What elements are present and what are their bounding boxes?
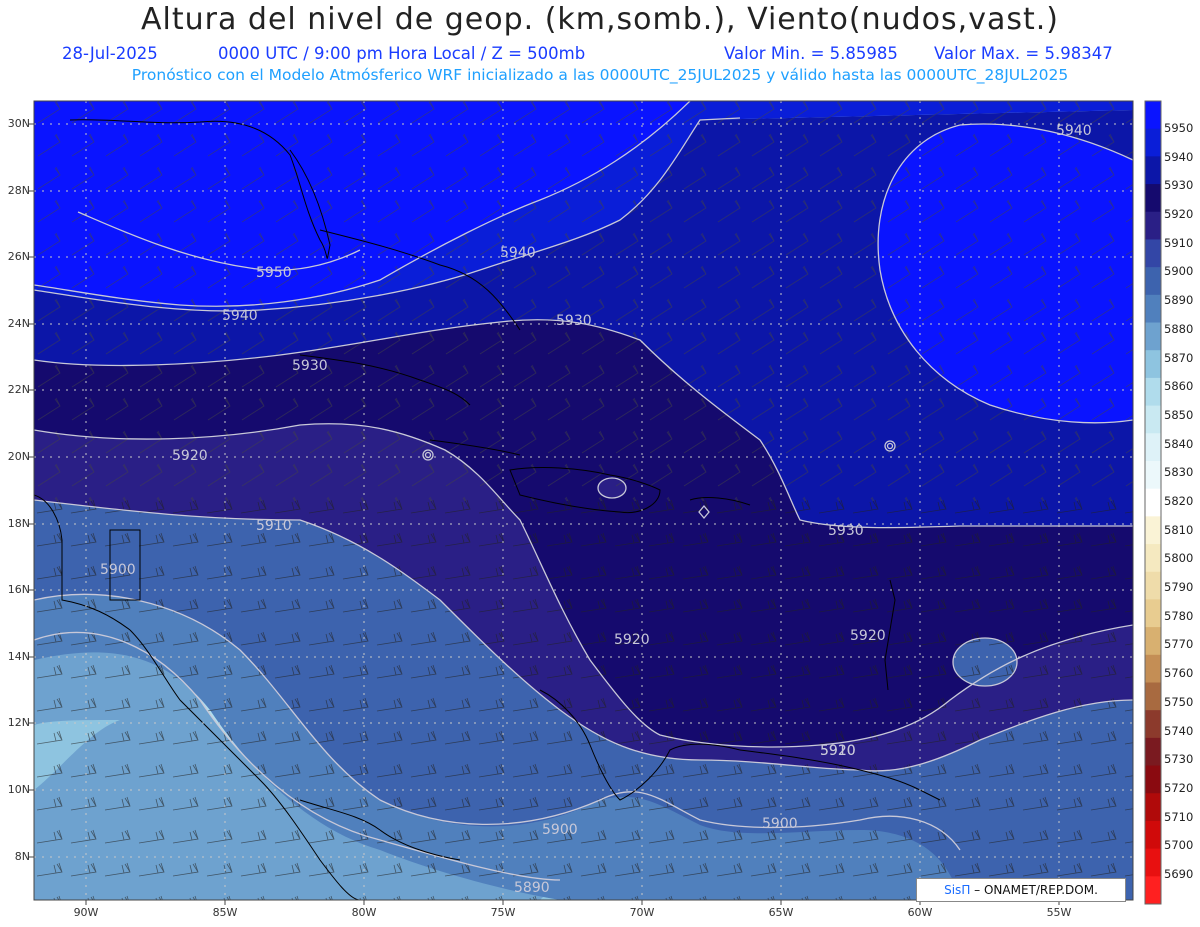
colorbar-label: 5730 (1164, 752, 1194, 767)
colorbar-label: 5860 (1164, 379, 1194, 394)
contour-label: 5910 (256, 518, 292, 534)
colorbar-label: 5710 (1164, 809, 1194, 824)
colorbar-label: 5830 (1164, 465, 1194, 480)
colorbar-swatch (1145, 377, 1161, 407)
contour-label: 5950 (256, 265, 292, 281)
contour-label: 5930 (292, 358, 328, 374)
colorbar-label: 5780 (1164, 608, 1194, 623)
contour-label: 5900 (762, 816, 798, 832)
contour-label: 5940 (1056, 123, 1092, 139)
wind-barbs-north (34, 101, 1133, 501)
lat-label: 12N (7, 716, 30, 729)
colorbar-label: 5880 (1164, 321, 1194, 336)
brand-logo: SisΠ (944, 883, 971, 897)
lat-label: 22N (7, 383, 30, 396)
colorbar-label: 5840 (1164, 436, 1194, 451)
colorbar-label: 5910 (1164, 235, 1194, 250)
lon-label: 55W (1046, 906, 1072, 919)
colorbar-label: 5940 (1164, 149, 1194, 164)
contour-label: 5940 (500, 245, 536, 261)
contour-label: 5930 (556, 313, 592, 329)
colorbar-swatch (1145, 184, 1161, 213)
colorbar-swatch (1145, 599, 1161, 628)
colorbar-label: 5750 (1164, 694, 1194, 709)
colorbar-swatch (1145, 654, 1161, 683)
colorbar-label: 5870 (1164, 350, 1194, 365)
contour-label: 5920 (614, 632, 650, 648)
colorbar-label: 5820 (1164, 494, 1194, 508)
colorbar-swatch (1145, 793, 1161, 822)
colorbar-swatch (1145, 876, 1161, 905)
colorbar-label: 5720 (1164, 780, 1194, 795)
lon-label: 85W (212, 906, 238, 919)
contour-label: 5920 (172, 448, 208, 464)
lat-label: 30N (7, 117, 30, 130)
colorbar-label: 5790 (1164, 580, 1194, 595)
colorbar (1145, 101, 1161, 905)
colorbar-label: 5810 (1164, 522, 1194, 537)
contour-label: 5940 (222, 308, 258, 324)
colorbar-swatch (1145, 682, 1161, 711)
colorbar-label: 5690 (1164, 867, 1194, 881)
contour-label: 5910 (820, 743, 856, 759)
colorbar-label: 5800 (1164, 551, 1194, 566)
lon-label: 65W (768, 906, 794, 919)
colorbar-swatch (1145, 211, 1161, 240)
contour-label: 5930 (828, 523, 864, 539)
colorbar-swatch (1145, 267, 1161, 296)
colorbar-swatch (1145, 765, 1161, 794)
colorbar-swatch (1145, 627, 1161, 656)
lon-label: 80W (351, 906, 377, 919)
lat-label: 24N (7, 317, 30, 330)
contour-label: 5890 (514, 880, 550, 896)
colorbar-swatch (1145, 350, 1161, 379)
lon-label: 70W (629, 906, 655, 919)
lon-label: 75W (490, 906, 516, 919)
colorbar-swatch (1145, 433, 1161, 462)
colorbar-swatch (1145, 239, 1161, 268)
lon-label: 90W (73, 906, 99, 919)
colorbar-label: 5740 (1164, 723, 1194, 738)
colorbar-label: 5900 (1164, 264, 1194, 279)
colorbar-label: 5920 (1164, 207, 1194, 222)
colorbar-swatch (1145, 128, 1161, 157)
colorbar-swatch (1145, 322, 1161, 351)
colorbar-label: 5950 (1164, 121, 1194, 135)
contour-label: 5920 (850, 628, 886, 644)
colorbar-label: 5760 (1164, 666, 1194, 681)
wind-barbs-south (34, 500, 1133, 900)
colorbar-swatch (1145, 156, 1161, 185)
lon-label: 60W (907, 906, 933, 919)
credit-text: – ONAMET/REP.DOM. (974, 883, 1098, 897)
colorbar-label: 5850 (1164, 407, 1194, 422)
lat-label: 28N (7, 184, 30, 197)
map-figure: 5950 5940 5940 5940 5930 5930 5930 5920 … (28, 100, 1162, 905)
lat-label: 18N (7, 517, 30, 530)
colorbar-swatch (1145, 571, 1161, 600)
colorbar-swatch (1145, 488, 1161, 517)
lat-label: 8N (14, 850, 30, 863)
colorbar-swatch (1145, 737, 1161, 767)
colorbar-swatch (1145, 710, 1161, 739)
lat-label: 10N (7, 783, 30, 796)
colorbar-label: 5890 (1164, 293, 1194, 308)
contour-label: 5900 (100, 562, 136, 578)
colorbar-label: 5930 (1164, 178, 1194, 193)
lat-label: 16N (7, 583, 30, 596)
colorbar-swatch (1145, 101, 1161, 130)
lat-label: 20N (7, 450, 30, 463)
contour-label: 5900 (542, 822, 578, 838)
lat-label: 14N (7, 650, 30, 663)
colorbar-swatch (1145, 544, 1161, 573)
colorbar-swatch (1145, 820, 1161, 850)
credit-box: SisΠ – ONAMET/REP.DOM. (916, 878, 1126, 902)
lat-label: 26N (7, 250, 30, 263)
colorbar-swatch (1145, 460, 1161, 490)
colorbar-swatch (1145, 294, 1161, 324)
colorbar-label: 5770 (1164, 637, 1194, 652)
colorbar-swatch (1145, 405, 1161, 434)
colorbar-label: 5700 (1164, 838, 1194, 853)
colorbar-swatch (1145, 848, 1161, 877)
colorbar-swatch (1145, 516, 1161, 545)
